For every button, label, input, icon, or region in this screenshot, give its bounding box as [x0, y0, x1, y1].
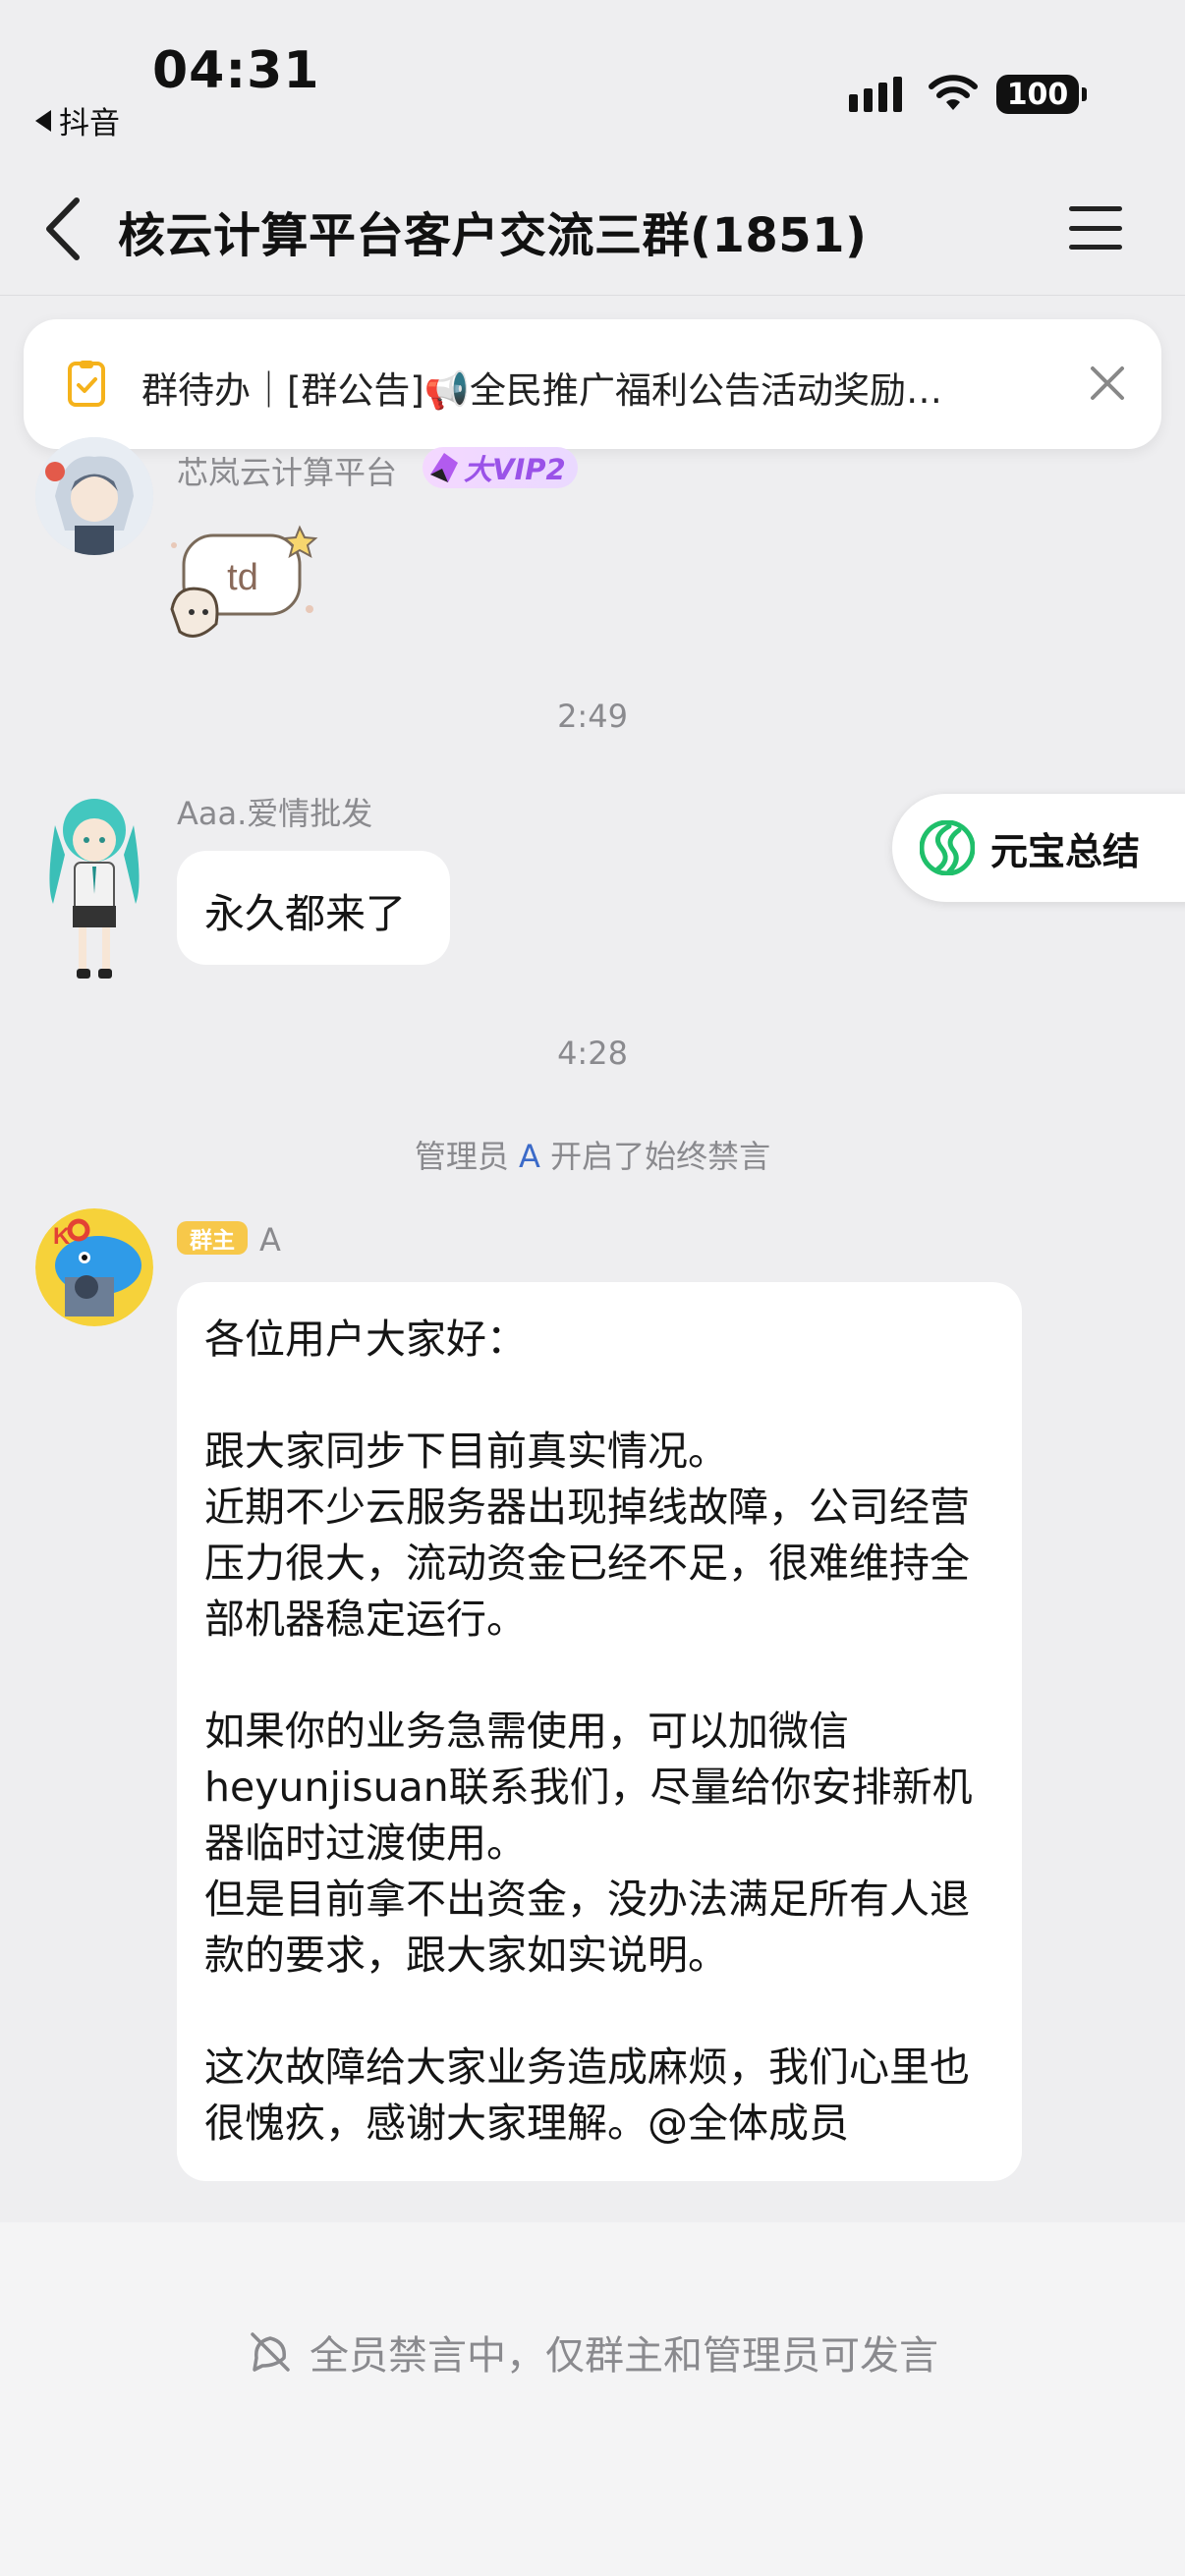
back-app-label: 抖音: [59, 106, 120, 141]
yuanbao-logo-icon: [920, 820, 975, 875]
menu-icon[interactable]: [1069, 206, 1122, 250]
back-arrow-icon[interactable]: [41, 196, 86, 261]
system-admin-link[interactable]: A: [519, 1138, 540, 1175]
close-icon[interactable]: [1085, 361, 1130, 406]
avatar-anime-icon: [35, 437, 153, 555]
avatar[interactable]: [35, 786, 153, 992]
muted-footer: [0, 2222, 1185, 2576]
system-prefix: 管理员: [414, 1138, 509, 1175]
todo-clipboard-icon: [68, 361, 105, 407]
cellular-signal-icon: [849, 77, 902, 112]
sticker-text: td: [227, 557, 258, 598]
group-notice-banner[interactable]: 群待办｜[群公告]📢全民推广福利公告活动奖励…: [24, 319, 1161, 449]
chat-title: 核云计算平台客户交流三群(1851): [118, 208, 868, 263]
header-divider: [0, 295, 1185, 296]
yuanbao-summary-button[interactable]: 元宝总结: [892, 794, 1185, 902]
message-bubble[interactable]: 永久都来了: [177, 851, 450, 965]
back-to-app-link[interactable]: 抖音: [35, 98, 120, 142]
sender-name: 芯岚云计算平台: [177, 454, 398, 491]
system-message: 管理员 A 开启了始终禁言: [0, 1132, 1185, 1177]
message-text: 各位用户大家好： 跟大家同步下目前真实情况。 近期不少云服务器出现掉线故障，公司…: [204, 1316, 973, 2147]
vip-badge-label: 大VIP2: [464, 453, 566, 486]
message-bubble[interactable]: 各位用户大家好： 跟大家同步下目前真实情况。 近期不少云服务器出现掉线故障，公司…: [177, 1282, 1022, 2181]
system-suffix: 开启了始终禁言: [550, 1138, 771, 1175]
timestamp: 4:28: [557, 1035, 628, 1072]
avatar[interactable]: K: [35, 1208, 153, 1326]
timestamp: 2:49: [557, 698, 628, 735]
sticker-image[interactable]: td: [162, 516, 329, 653]
mute-icon: [251, 2332, 290, 2372]
muted-text: 全员禁言中，仅群主和管理员可发言: [310, 2333, 938, 2379]
sender-name: A: [259, 1221, 281, 1259]
summary-label: 元宝总结: [990, 829, 1141, 873]
message-text: 永久都来了: [204, 890, 406, 937]
vip-gem-icon: [430, 453, 458, 482]
avatar[interactable]: [35, 437, 153, 555]
battery-indicator: 100: [996, 75, 1087, 114]
wifi-icon: [929, 75, 978, 110]
sender-name: Aaa.爱情批发: [177, 795, 373, 832]
notice-text: 群待办｜[群公告]📢全民推广福利公告活动奖励…: [141, 369, 942, 412]
back-triangle-icon: [35, 109, 51, 132]
group-owner-badge: 群主: [177, 1221, 248, 1255]
status-time: 04:31: [152, 41, 320, 100]
avatar-character-icon: [49, 799, 140, 979]
muted-notice: 全员禁言中，仅群主和管理员可发言: [0, 2324, 1185, 2380]
avatar-pixel-icon: K: [35, 1208, 153, 1326]
